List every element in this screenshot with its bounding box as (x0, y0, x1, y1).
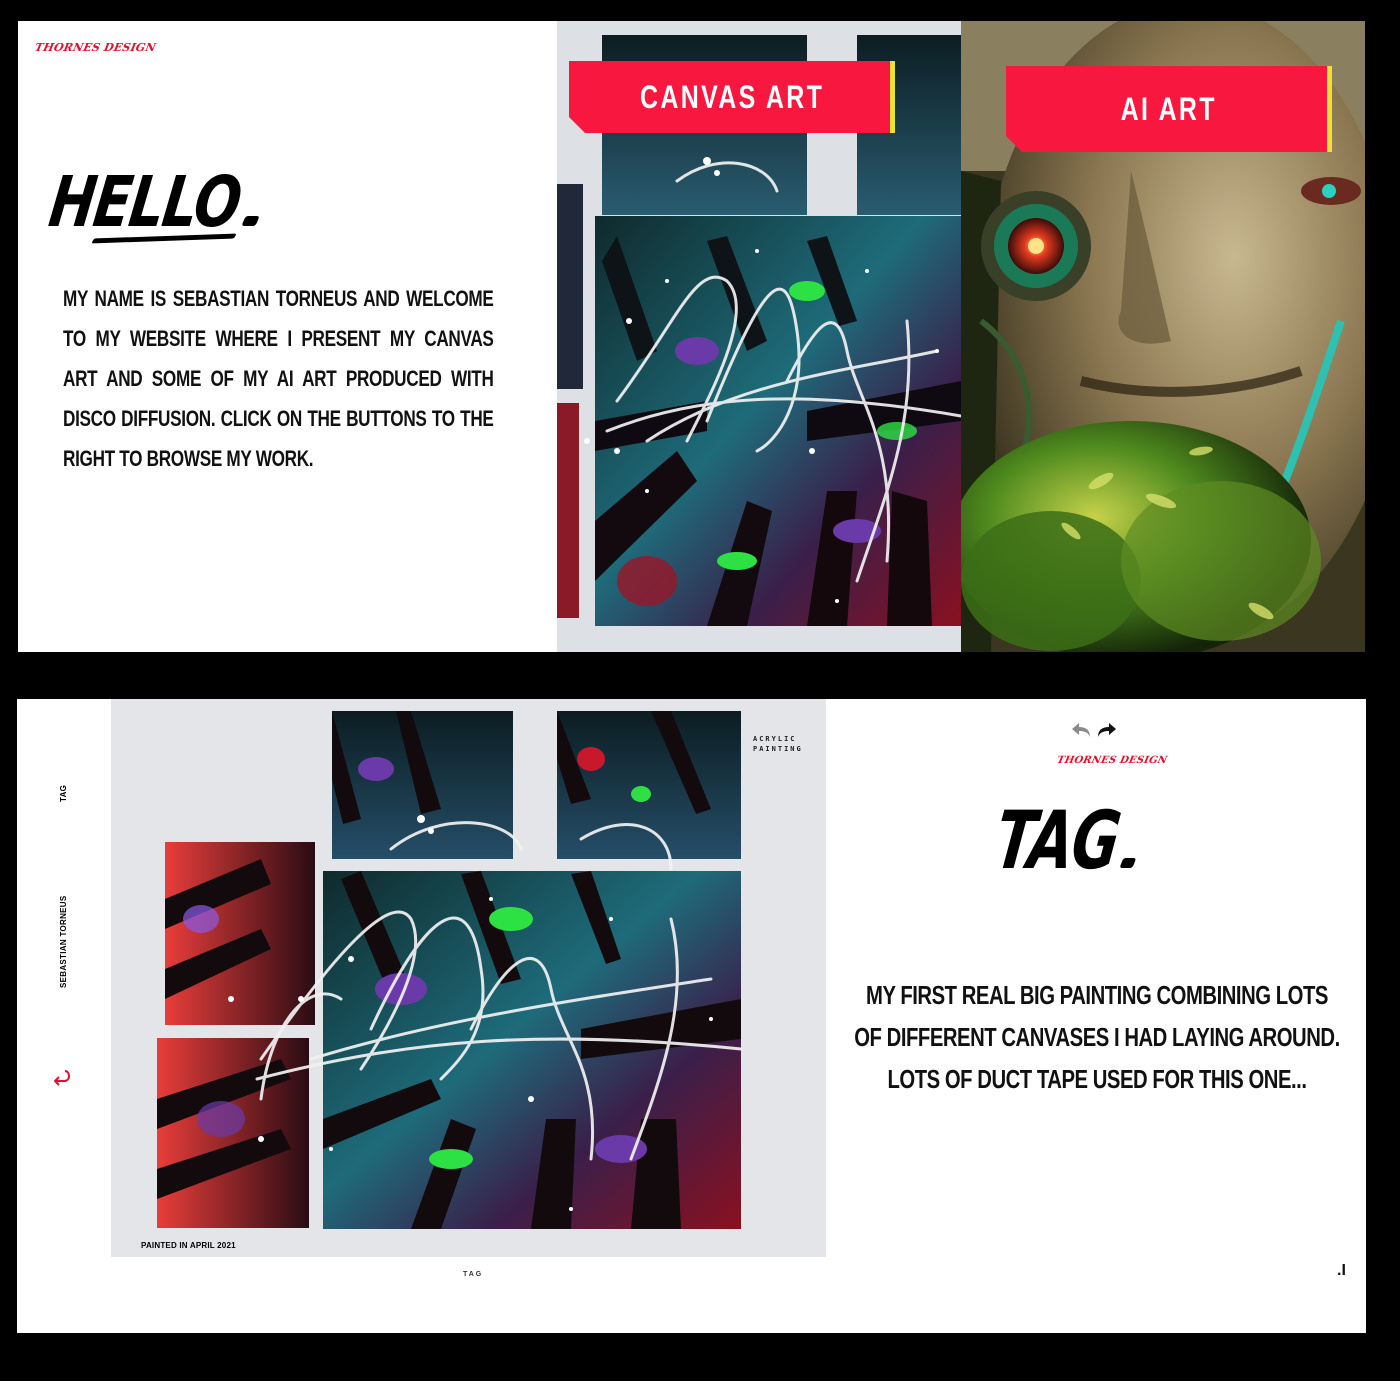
intro-text: MY NAME IS SEBASTIAN TORNEUS AND WELCOME… (63, 279, 494, 479)
tag-heading-text: TAG (990, 794, 1125, 887)
top-panel: THORNES DESIGN HELLO MY NAME IS SEBASTIA… (18, 21, 1365, 652)
return-arrow-icon[interactable] (51, 1069, 71, 1087)
page-indicator: .I (1337, 1262, 1346, 1279)
hello-heading: HELLO (45, 161, 266, 243)
intro-section: THORNES DESIGN HELLO MY NAME IS SEBASTIA… (18, 21, 557, 652)
intro-paragraph: MY NAME IS SEBASTIAN TORNEUS AND WELCOME… (63, 286, 494, 471)
tag-description-text: MY FIRST REAL BIG PAINTING COMBINING LOT… (854, 980, 1340, 1094)
canvas-art-tile[interactable]: CANVAS ART (557, 21, 961, 652)
tag-heading: TAG (990, 794, 1143, 887)
painting-image: ACRYLIC PAINTING PAINTED IN APRIL 2021 (111, 699, 826, 1257)
canvas-art-button-label: CANVAS ART (639, 78, 825, 115)
side-tag-label: TAG (59, 784, 68, 802)
side-author-label: SEBASTIAN TORNEUS (59, 895, 68, 988)
bottom-panel: TAG SEBASTIAN TORNEUS ACRYLIC PAINTING P… (17, 699, 1366, 1333)
ai-art-button[interactable]: AI ART (1006, 66, 1332, 152)
acrylic-painting-label: ACRYLIC PAINTING (753, 735, 803, 753)
brand-logo[interactable]: THORNES DESIGN (34, 41, 158, 54)
painting-caption: PAINTED IN APRIL 2021 (141, 1241, 236, 1250)
nav-arrows (1070, 721, 1130, 741)
redo-arrow-icon[interactable] (1096, 721, 1118, 739)
title-dot (1119, 858, 1137, 868)
title-dot (241, 216, 260, 226)
canvas-art-button[interactable]: CANVAS ART (569, 61, 895, 133)
tag-painting-image (111, 699, 826, 1257)
ai-art-tile[interactable]: AI ART (961, 21, 1365, 652)
hello-heading-text: HELLO (44, 161, 246, 243)
tag-description: MY FIRST REAL BIG PAINTING COMBINING LOT… (854, 974, 1340, 1100)
footer-tag-label: TAG (463, 1271, 484, 1278)
brand-logo-bottom[interactable]: THORNES DESIGN (1056, 755, 1168, 766)
undo-arrow-icon[interactable] (1070, 721, 1092, 739)
ai-art-button-label: AI ART (1120, 90, 1218, 127)
